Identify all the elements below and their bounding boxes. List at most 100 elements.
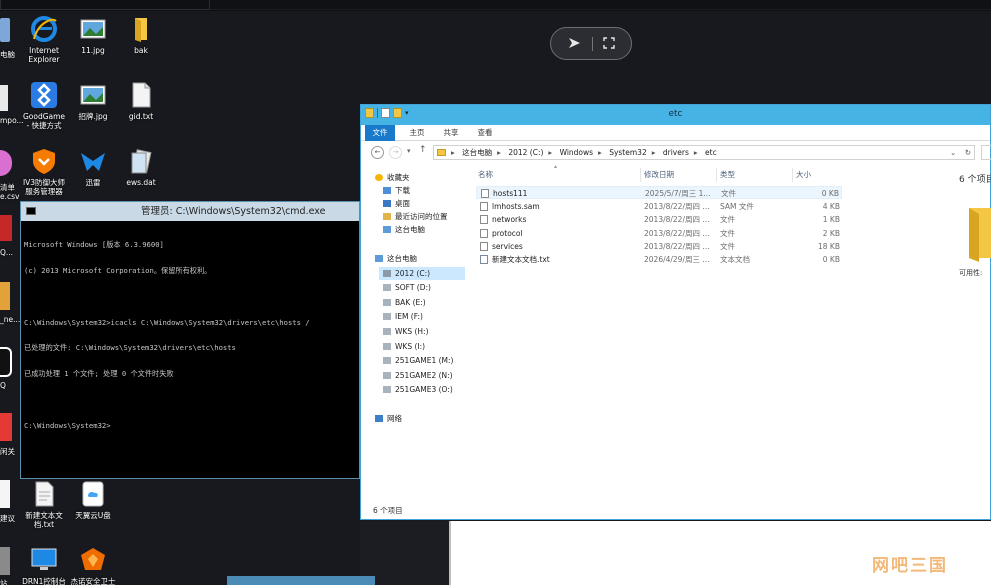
column-header-type[interactable]: 类型 [720, 168, 735, 182]
cmd-window-icon [26, 207, 36, 215]
file-row[interactable]: networks 2013/8/22/周四 ... 文件 1 KB [476, 213, 842, 226]
partial-label: _ne... [0, 315, 21, 324]
breadcrumb-item[interactable]: etc [705, 148, 717, 157]
partial-app-icon[interactable] [0, 413, 12, 441]
nav-item-favorites[interactable]: 收藏夹 [375, 171, 410, 184]
drive-icon [383, 357, 391, 364]
partial-file-icon[interactable] [0, 85, 8, 111]
file-row[interactable]: services 2013/8/22/周四 ... 文件 18 KB [476, 240, 842, 253]
breadcrumb-item[interactable]: 2012 (C:) [508, 148, 543, 157]
desktop-icon-ie[interactable]: Internet Explorer [21, 15, 67, 64]
text-file-icon [132, 82, 151, 108]
nav-item-drive-h[interactable]: WKS (H:) [383, 325, 429, 338]
shield-icon [33, 149, 55, 174]
address-bar[interactable]: ▸ 这台电脑 ▸ 2012 (C:) ▸ Windows ▸ System32 ▸ dr… [433, 145, 975, 160]
desktop-icon-thunder[interactable]: 迅雷 [70, 147, 116, 187]
text-file-icon [35, 481, 54, 507]
desktop-icon-zhaopai[interactable]: 招牌.jpg [70, 81, 116, 121]
desktop-icon-11jpg[interactable]: 11.jpg [70, 15, 116, 55]
breadcrumb-item[interactable]: Windows [560, 148, 593, 157]
back-button[interactable]: ← [371, 146, 384, 159]
tab-file[interactable]: 文件 [365, 125, 395, 141]
partial-app-icon[interactable] [0, 480, 10, 508]
nav-item-drive-e[interactable]: BAK (E:) [383, 296, 426, 309]
nav-item-downloads[interactable]: 下载 [383, 184, 410, 197]
top-strip-segment [0, 0, 210, 10]
tab-share[interactable]: 共享 [437, 125, 465, 141]
desktop-icon-tianyi-cloud[interactable]: 天翼云U盘 [70, 480, 116, 520]
desktop-icon-goodgame[interactable]: GoodGame - 快捷方式 [21, 81, 67, 130]
nav-item-drive-m[interactable]: 251GAME1 (M:) [383, 354, 453, 367]
breadcrumb-item[interactable]: 这台电脑 [462, 148, 492, 157]
fullscreen-icon[interactable] [602, 36, 615, 51]
partial-app-icon[interactable] [0, 215, 12, 241]
nav-item-drive-o[interactable]: 251GAME3 (O:) [383, 383, 453, 396]
nav-item-recent[interactable]: 最近访问的位置 [383, 210, 448, 223]
partial-app-icon[interactable] [0, 150, 12, 176]
column-header-date[interactable]: 修改日期 [644, 168, 674, 182]
nav-item-drive-f[interactable]: IEM (F:) [383, 310, 423, 323]
partial-app-icon[interactable] [0, 282, 10, 310]
breadcrumb-item[interactable]: System32 [609, 148, 647, 157]
watermark: 网吧三国 [872, 556, 948, 576]
network-icon [375, 415, 383, 422]
desktop-folder-icon [383, 200, 391, 207]
nav-item-drive-c[interactable]: 2012 (C:) [379, 267, 465, 280]
refresh-icon[interactable]: ↻ [965, 148, 971, 157]
address-dropdown-icon[interactable]: ⌄ [950, 148, 956, 157]
column-separator[interactable] [792, 168, 793, 182]
tab-home[interactable]: 主页 [403, 125, 431, 141]
breadcrumb-item[interactable]: drivers [663, 148, 689, 157]
cmd-console[interactable]: Microsoft Windows [版本 6.3.9600] (c) 2013… [21, 221, 359, 479]
desktop-icon-iv3[interactable]: IV3防御大师 服务管理器 [21, 147, 67, 196]
desktop-icon-drn1[interactable]: DRN1控制台 [21, 546, 67, 585]
desktop-icon-jienuo[interactable]: 杰诺安全卫士 [70, 546, 116, 585]
partial-qq-icon[interactable] [0, 347, 12, 377]
forward-button[interactable]: → [389, 146, 402, 159]
partial-label: 站 [0, 579, 8, 585]
nav-item-thispc[interactable]: 这台电脑 [375, 252, 417, 265]
cmd-window[interactable]: 管理员: C:\Windows\System32\cmd.exe Microso… [20, 201, 360, 479]
monitor-icon [31, 548, 57, 570]
dat-file-icon [131, 149, 152, 174]
partial-label: 电脑 [0, 50, 15, 59]
desktop-icon-ews-dat[interactable]: ews.dat [118, 147, 164, 187]
explorer-window[interactable]: ▾ etc 文件 主页 共享 查看 ← → ▾ ↑ ▸ 这台电脑 ▸ 2012 (… [360, 104, 991, 520]
nav-item-drive-n[interactable]: 251GAME2 (N:) [383, 369, 453, 382]
cmd-titlebar[interactable]: 管理员: C:\Windows\System32\cmd.exe [21, 202, 359, 221]
taskbar-button[interactable] [227, 576, 375, 585]
nav-item-thispc-fav[interactable]: 这台电脑 [383, 223, 425, 236]
column-header-size[interactable]: 大小 [796, 168, 811, 182]
remote-top-strip [0, 0, 991, 11]
partial-label: Q [0, 381, 6, 390]
partial-label: e.csv [0, 192, 20, 201]
file-row[interactable]: 新建文本文档.txt 2026/4/29/周三 ... 文本文档 0 KB [476, 253, 842, 266]
desktop-icon-bak-folder[interactable]: bak [118, 15, 164, 55]
column-header-name[interactable]: 名称 [478, 168, 493, 182]
up-arrow-icon[interactable]: ↑ [419, 145, 427, 155]
console-line: (c) 2013 Microsoft Corporation。保留所有权利。 [24, 265, 212, 275]
nav-item-drive-d[interactable]: SOFT (D:) [383, 281, 431, 294]
partial-app-icon[interactable] [0, 547, 10, 575]
drive-icon [383, 270, 391, 277]
nav-item-drive-i[interactable]: WKS (I:) [383, 340, 425, 353]
file-row[interactable]: hosts111 2025/5/7/周三 1... 文件 0 KB [476, 186, 842, 199]
search-input[interactable] [981, 145, 991, 160]
nav-item-desktop[interactable]: 桌面 [383, 197, 410, 210]
recent-locations-icon[interactable]: ▾ [407, 147, 411, 155]
nav-item-network[interactable]: 网络 [375, 412, 402, 425]
column-separator[interactable] [640, 168, 641, 182]
desktop-icon-gid-txt[interactable]: gid.txt [118, 81, 164, 121]
file-row[interactable]: lmhosts.sam 2013/8/22/周四 ... SAM 文件 4 KB [476, 200, 842, 213]
partial-computer-icon[interactable] [0, 18, 10, 42]
cloud-disk-icon [82, 481, 104, 507]
tab-view[interactable]: 查看 [471, 125, 499, 141]
desktop-icon-new-text[interactable]: 新建文本文 档.txt [21, 480, 67, 529]
explorer-titlebar[interactable]: ▾ etc [361, 105, 990, 125]
file-row[interactable]: protocol 2013/8/22/周四 ... 文件 2 KB [476, 227, 842, 240]
play-arrow-icon[interactable] [568, 37, 582, 51]
file-icon [480, 215, 488, 224]
column-separator[interactable] [716, 168, 717, 182]
drive-icon [383, 299, 391, 306]
window-title: etc [668, 109, 683, 119]
